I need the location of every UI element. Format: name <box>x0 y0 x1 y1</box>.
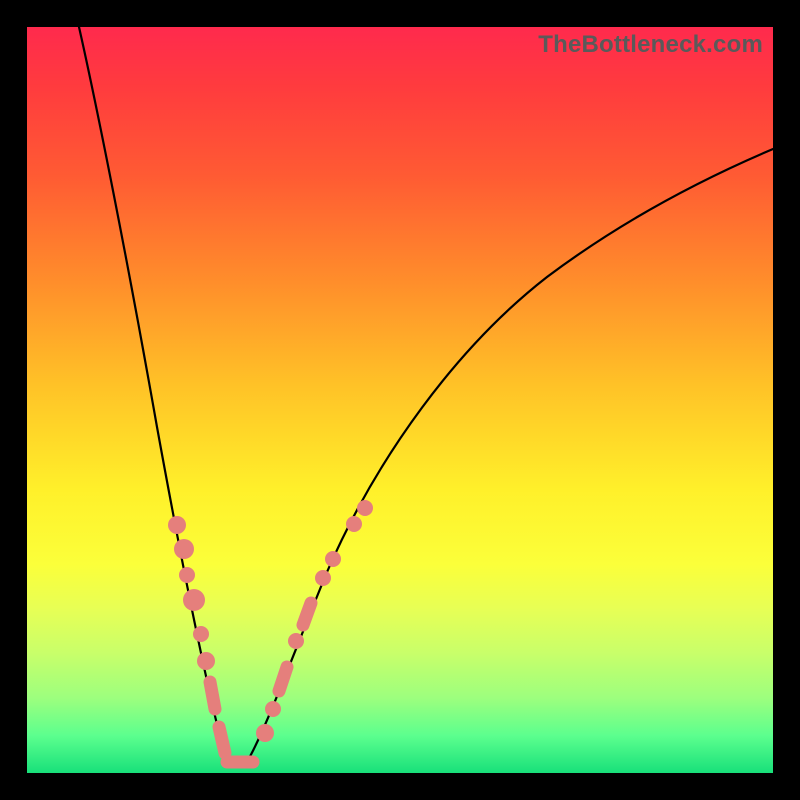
marker-dot <box>346 516 362 532</box>
marker-dot <box>168 516 186 534</box>
marker-dot <box>315 570 331 586</box>
plot-area: TheBottleneck.com <box>27 27 773 773</box>
marker-dot <box>193 626 209 642</box>
marker-dot <box>357 500 373 516</box>
marker-dot <box>179 567 195 583</box>
marker-dot <box>265 701 281 717</box>
marker-dot <box>183 589 205 611</box>
chart-frame: TheBottleneck.com <box>0 0 800 800</box>
marker-dot <box>256 724 274 742</box>
marker-lozenge <box>303 603 311 625</box>
marker-dot <box>325 551 341 567</box>
bottleneck-svg <box>27 27 773 773</box>
marker-lozenge <box>219 727 225 753</box>
marker-dot <box>174 539 194 559</box>
marker-lozenge <box>210 682 215 709</box>
marker-dot <box>197 652 215 670</box>
marker-lozenge <box>279 667 287 691</box>
marker-dot <box>288 633 304 649</box>
bottleneck-curve <box>79 27 773 767</box>
